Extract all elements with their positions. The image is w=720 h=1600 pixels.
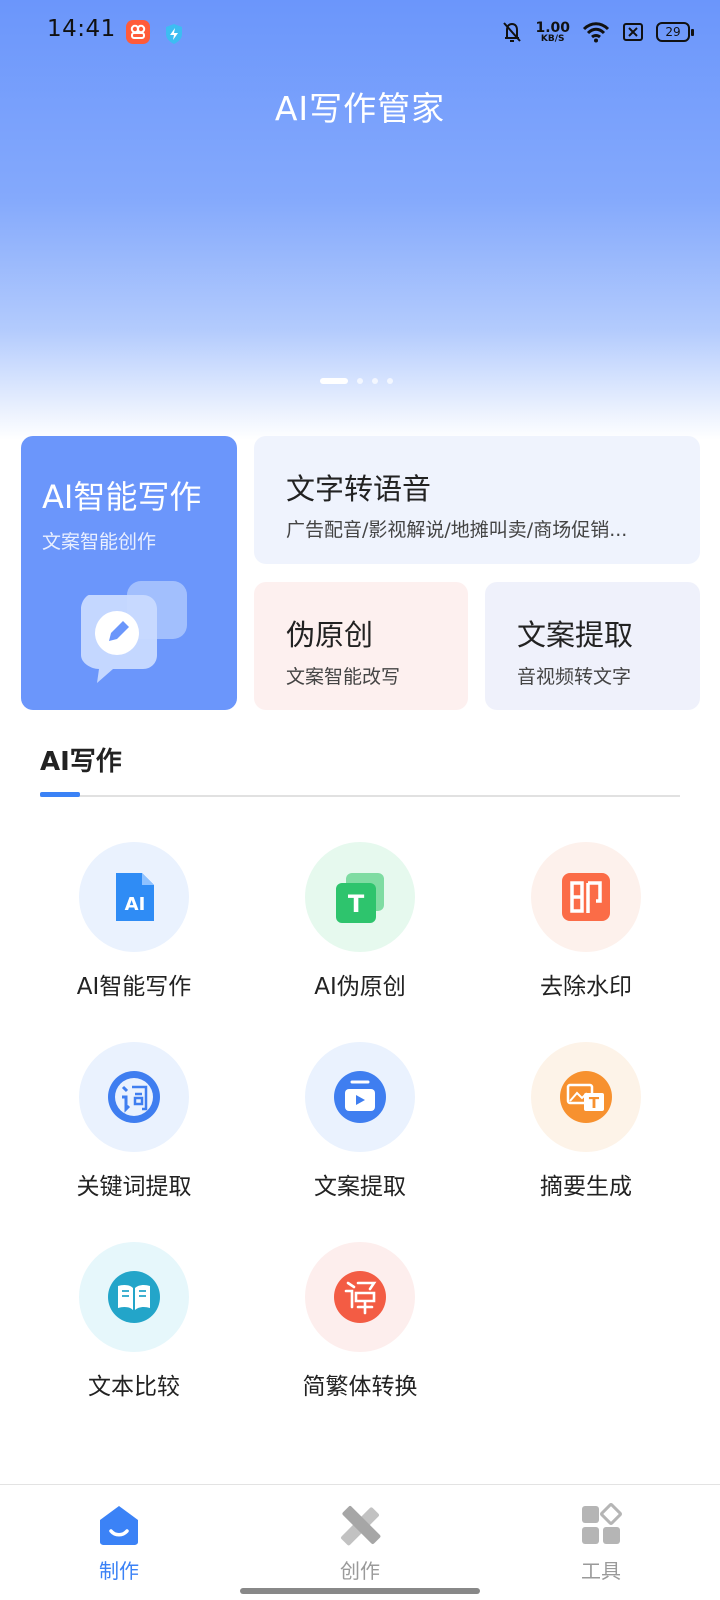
- copy-extract-card-title: 文案提取: [517, 618, 634, 652]
- image-text-icon: T: [560, 1071, 612, 1123]
- tool-ai-writing[interactable]: AI AI智能写作: [43, 842, 223, 1012]
- pseudo-original-card-subtitle: 文案智能改写: [286, 666, 401, 688]
- app-badge-icon: [126, 20, 150, 44]
- copy-extract-card-subtitle: 音视频转文字: [517, 666, 632, 688]
- chat-edit-icon: [81, 581, 187, 683]
- carousel-dot: [357, 378, 363, 384]
- tool-simplified-traditional[interactable]: 简繁体转换: [269, 1242, 449, 1412]
- section-tab-indicator: [40, 792, 80, 797]
- copy-extract-card[interactable]: 文案提取 音视频转文字: [485, 582, 700, 710]
- wifi-icon: [582, 22, 610, 43]
- seal-stamp-icon: [562, 873, 610, 921]
- tool-icon-circle: [305, 1242, 415, 1352]
- book-compare-icon: [108, 1271, 160, 1323]
- t-copy-icon: T: [336, 873, 384, 923]
- tool-icon-circle: [79, 1242, 189, 1352]
- net-speed: 1.00 KB/S: [535, 19, 570, 44]
- home-icon: [100, 1506, 138, 1545]
- tool-remove-watermark[interactable]: 去除水印: [495, 842, 675, 1012]
- tool-summary-generate[interactable]: T 摘要生成: [495, 1042, 675, 1212]
- status-icons: 1.00 KB/S 29: [501, 17, 694, 47]
- carousel-dot: [372, 378, 378, 384]
- ai-writing-card[interactable]: AI智能写作 文案智能创作: [21, 436, 237, 710]
- shield-bolt-icon: [161, 20, 185, 44]
- tool-label: 文本比较: [88, 1374, 180, 1400]
- tool-icon-circle: [305, 1042, 415, 1152]
- section-divider: [40, 795, 680, 797]
- svg-text:AI: AI: [125, 894, 146, 915]
- tool-label: 去除水印: [540, 974, 632, 1000]
- status-time: 14:41: [47, 16, 116, 42]
- tool-icon-circle: [531, 842, 641, 952]
- tts-card-subtitle: 广告配音/影视解说/地摊叫卖/商场促销...: [286, 519, 628, 541]
- ai-writing-card-subtitle: 文案智能创作: [42, 531, 157, 553]
- tool-keyword-extract[interactable]: 关键词提取: [43, 1042, 223, 1212]
- ai-document-icon: AI: [116, 873, 154, 921]
- tool-copy-extract[interactable]: 文案提取: [269, 1042, 449, 1212]
- sim-off-icon: [623, 23, 643, 41]
- video-extract-icon: [334, 1071, 386, 1123]
- carousel-dot: [387, 378, 393, 384]
- battery-icon: 29: [656, 22, 694, 42]
- carousel-indicator: [320, 378, 393, 384]
- pseudo-original-card[interactable]: 伪原创 文案智能改写: [254, 582, 468, 710]
- tts-card-title: 文字转语音: [286, 472, 432, 506]
- bell-off-icon: [503, 22, 522, 42]
- svg-text:T: T: [348, 890, 365, 918]
- nav-label: 制作: [99, 1559, 139, 1583]
- tool-label: AI智能写作: [76, 974, 192, 1000]
- svg-text:T: T: [589, 1094, 600, 1112]
- tool-icon-circle: T: [305, 842, 415, 952]
- grid-apps-icon: [582, 1503, 622, 1544]
- keyword-icon: [108, 1071, 160, 1123]
- tool-label: 关键词提取: [76, 1174, 192, 1200]
- nav-label: 工具: [581, 1559, 621, 1583]
- pseudo-original-card-title: 伪原创: [286, 618, 374, 652]
- app-title: AI写作管家: [274, 89, 446, 128]
- nav-label: 创作: [340, 1559, 380, 1583]
- tool-icon-circle: AI: [79, 842, 189, 952]
- section-title: AI写作: [40, 747, 122, 777]
- hero-banner[interactable]: [0, 0, 720, 440]
- tool-label: 文案提取: [314, 1174, 406, 1200]
- tool-text-compare[interactable]: 文本比较: [43, 1242, 223, 1412]
- tool-label: 摘要生成: [540, 1174, 632, 1200]
- tool-icon-circle: [79, 1042, 189, 1152]
- traditional-chinese-icon: [334, 1271, 386, 1323]
- home-indicator[interactable]: [240, 1588, 480, 1594]
- carousel-dot: [320, 378, 348, 384]
- status-bar: 14:41 1.00 KB/S 29: [0, 0, 720, 64]
- tool-icon-circle: T: [531, 1042, 641, 1152]
- tool-ai-pseudo-original[interactable]: T AI伪原创: [269, 842, 449, 1012]
- tts-card[interactable]: 文字转语音 广告配音/影视解说/地摊叫卖/商场促销...: [254, 436, 700, 564]
- bottom-nav: 制作 创作 工具: [0, 1484, 720, 1600]
- tool-label: AI伪原创: [314, 974, 406, 1000]
- ai-writing-card-title: AI智能写作: [42, 478, 202, 516]
- pencil-ruler-icon: [341, 1506, 381, 1546]
- tool-label: 简繁体转换: [302, 1374, 418, 1400]
